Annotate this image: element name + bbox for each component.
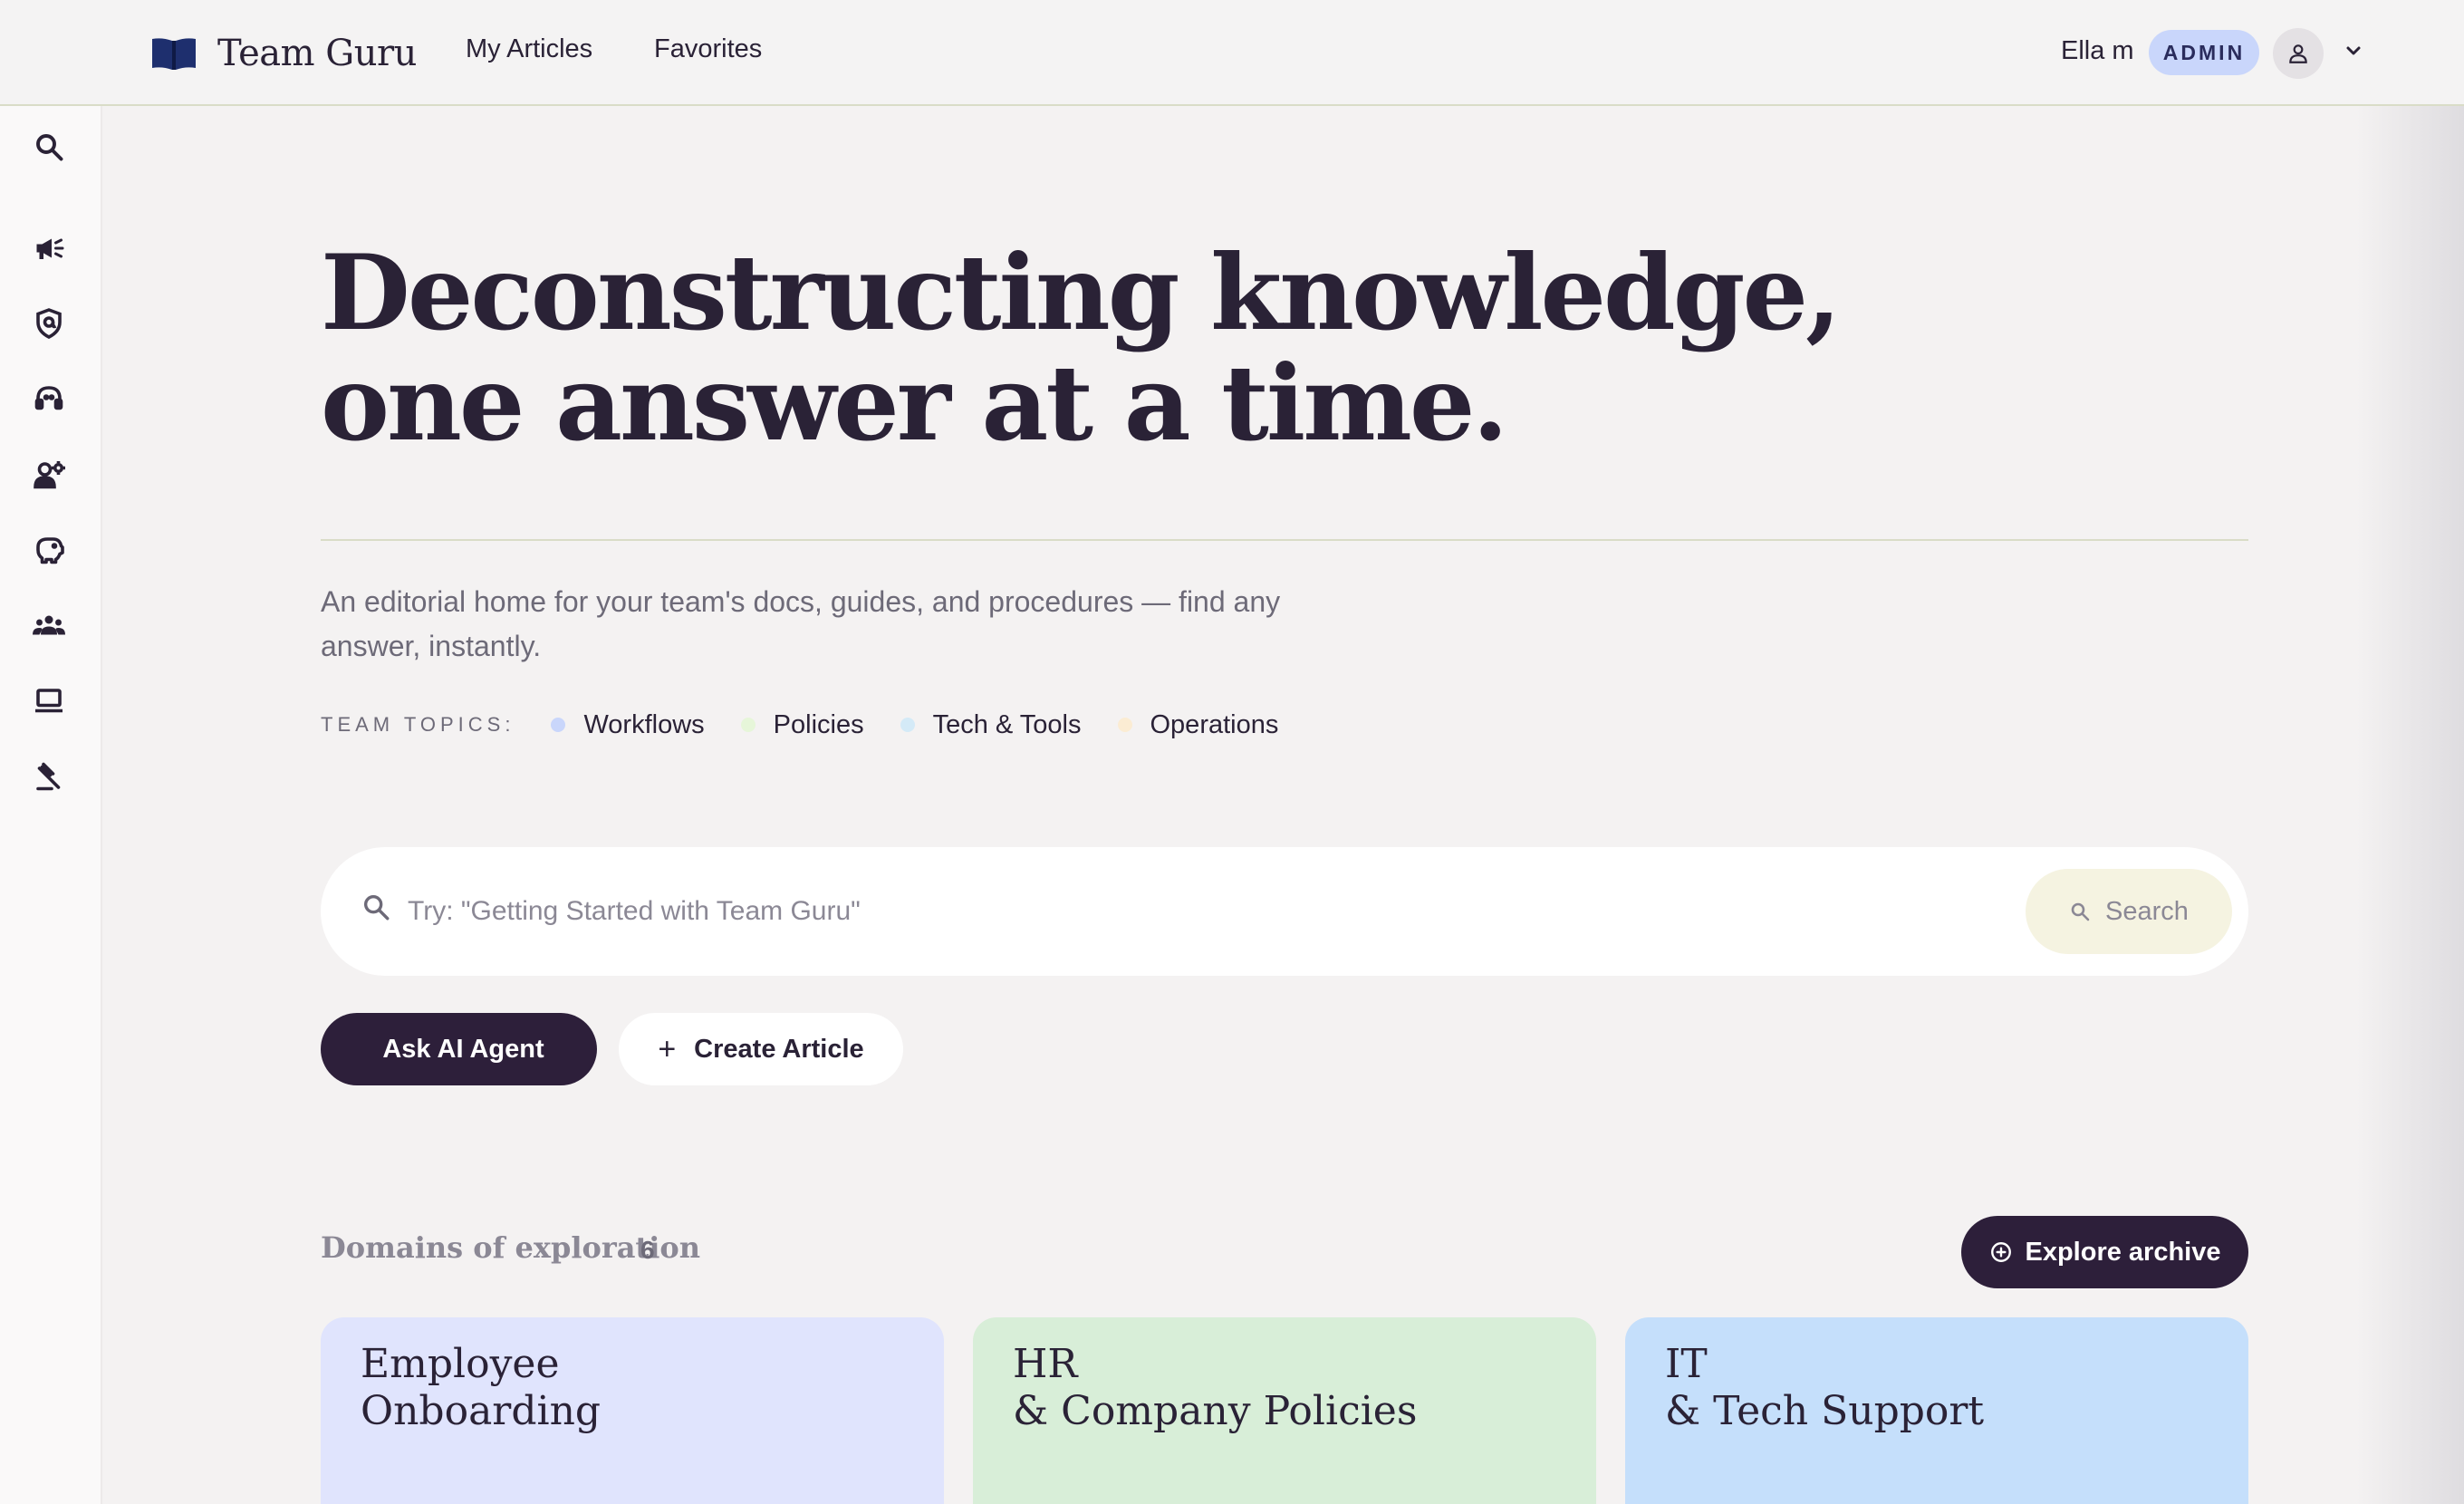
nav-favorites[interactable]: Favorites xyxy=(654,34,762,64)
user-name: Ella m xyxy=(2061,36,2134,65)
domains-count: 6 xyxy=(640,1236,655,1264)
hero-line-2: one answer at a time. xyxy=(321,342,1508,464)
search-button-label: Search xyxy=(2105,896,2189,926)
topic-operations[interactable]: Operations xyxy=(1117,709,1279,740)
user-icon xyxy=(2289,44,2307,63)
topic-label: Tech & Tools xyxy=(932,709,1082,739)
brand-name: Team Guru xyxy=(217,33,417,74)
card-title-line: IT xyxy=(1665,1341,1708,1387)
megaphone-icon[interactable] xyxy=(33,232,65,265)
piggy-bank-icon[interactable] xyxy=(33,534,65,566)
topic-policies[interactable]: Policies xyxy=(740,709,864,740)
plus-circle-icon xyxy=(1990,1242,2011,1262)
topic-label: Policies xyxy=(773,709,864,739)
headset-icon[interactable] xyxy=(33,382,65,415)
search-bar: Search xyxy=(321,847,2248,976)
shield-icon[interactable] xyxy=(33,307,65,340)
search-button[interactable]: Search xyxy=(2026,869,2232,954)
domain-card-employee-onboarding[interactable]: Employee Onboarding xyxy=(321,1317,944,1504)
avatar[interactable] xyxy=(2273,28,2324,79)
gavel-icon[interactable] xyxy=(33,760,65,793)
search-input[interactable] xyxy=(408,888,2038,935)
hero-description: An editorial home for your team's docs, … xyxy=(321,585,1281,662)
card-title-line: HR xyxy=(1013,1341,1078,1387)
search-icon xyxy=(363,894,390,921)
topic-dot xyxy=(1117,718,1132,732)
explore-archive-label: Explore archive xyxy=(2025,1237,2221,1267)
topics-label: TEAM TOPICS: xyxy=(321,713,515,736)
explore-archive-button[interactable]: Explore archive xyxy=(1961,1216,2248,1288)
card-title-line: Onboarding xyxy=(361,1388,602,1434)
topic-label: Operations xyxy=(1150,709,1279,739)
book-icon xyxy=(152,38,196,70)
brand[interactable]: Team Guru xyxy=(150,31,417,76)
topic-tech-tools[interactable]: Tech & Tools xyxy=(900,710,1082,740)
user-gear-icon[interactable] xyxy=(33,458,65,491)
domain-card-it-support[interactable]: IT & Tech Support xyxy=(1625,1317,2248,1504)
right-edge-shade xyxy=(2355,106,2464,1504)
domain-card-hr-policies[interactable]: HR & Company Policies xyxy=(973,1317,1596,1504)
search-icon[interactable] xyxy=(33,130,65,163)
topic-dot xyxy=(551,718,566,732)
ask-ai-agent-button[interactable]: Ask AI Agent xyxy=(321,1013,597,1085)
role-badge: ADMIN xyxy=(2149,30,2259,75)
team-icon[interactable] xyxy=(33,609,65,641)
topic-workflows[interactable]: Workflows xyxy=(551,709,705,740)
sidebar xyxy=(0,106,102,1504)
laptop-icon[interactable] xyxy=(33,685,65,718)
topic-dot xyxy=(740,718,756,732)
team-topics: TEAM TOPICS: Workflows Policies Tech & T… xyxy=(321,707,1314,743)
card-title-line: & Company Policies xyxy=(1013,1388,1418,1434)
top-bar: Team Guru My Articles Favorites Ella m A… xyxy=(0,0,2464,106)
search-icon xyxy=(2071,902,2090,921)
hero-line-1: Deconstructing knowledge, xyxy=(321,232,1842,353)
nav-my-articles[interactable]: My Articles xyxy=(466,34,592,64)
card-title-line: & Tech Support xyxy=(1665,1388,1985,1434)
topic-dot xyxy=(900,718,915,732)
chevron-down-icon[interactable] xyxy=(2343,40,2364,62)
create-article-button[interactable]: + Create Article xyxy=(619,1013,903,1085)
card-title-line: Employee xyxy=(361,1341,560,1387)
plus-icon: + xyxy=(658,1031,677,1066)
divider xyxy=(321,539,2248,541)
topic-label: Workflows xyxy=(583,709,705,739)
page-title: Deconstructing knowledge, one answer at … xyxy=(321,232,1842,464)
create-article-label: Create Article xyxy=(694,1034,864,1064)
